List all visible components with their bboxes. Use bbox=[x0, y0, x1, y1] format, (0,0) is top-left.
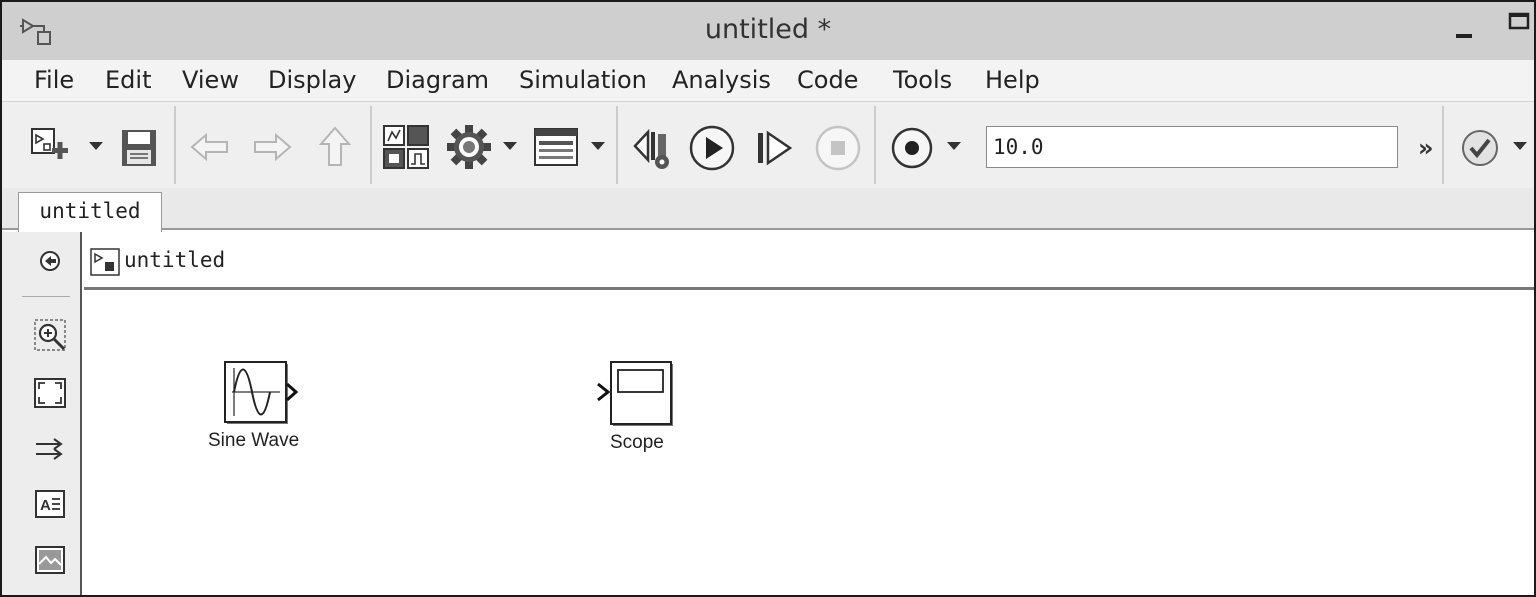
toolbar-separator bbox=[174, 106, 176, 184]
new-model-icon[interactable] bbox=[28, 126, 76, 168]
tab-untitled[interactable]: untitled bbox=[18, 192, 162, 232]
forward-icon[interactable] bbox=[252, 132, 292, 162]
model-explorer-dropdown-icon[interactable] bbox=[590, 140, 606, 152]
step-back-icon[interactable] bbox=[632, 126, 676, 170]
menu-simulation[interactable]: Simulation bbox=[519, 66, 647, 94]
zoom-icon[interactable] bbox=[33, 318, 69, 354]
toolbar-overflow-button[interactable]: » bbox=[1418, 134, 1434, 162]
signal-routing-icon[interactable] bbox=[34, 436, 66, 462]
toolbar-separator bbox=[874, 106, 876, 184]
model-config-dropdown-icon[interactable] bbox=[502, 140, 518, 152]
window-title: untitled * bbox=[704, 14, 832, 45]
block-label-scope: Scope bbox=[610, 432, 664, 453]
stop-icon[interactable] bbox=[814, 124, 862, 172]
image-icon[interactable] bbox=[35, 546, 65, 574]
menu-edit[interactable]: Edit bbox=[105, 66, 151, 94]
palette-separator bbox=[22, 296, 70, 297]
annotation-icon[interactable]: A bbox=[35, 490, 65, 518]
model-explorer-icon[interactable] bbox=[534, 128, 578, 166]
menu-view[interactable]: View bbox=[182, 66, 239, 94]
check-dropdown-icon[interactable] bbox=[1512, 140, 1528, 152]
menu-help[interactable]: Help bbox=[985, 66, 1040, 94]
back-icon[interactable] bbox=[190, 132, 230, 162]
menu-analysis[interactable]: Analysis bbox=[672, 66, 771, 94]
maximize-button[interactable] bbox=[1502, 10, 1534, 42]
model-icon[interactable] bbox=[90, 248, 120, 276]
block-label-sine-wave: Sine Wave bbox=[208, 430, 300, 451]
svg-text:A: A bbox=[40, 497, 51, 514]
menu-bar: File Edit View Display Diagram Simulatio… bbox=[2, 60, 1534, 102]
toolbar-separator bbox=[616, 106, 618, 184]
run-icon[interactable] bbox=[688, 124, 736, 172]
check-icon[interactable] bbox=[1460, 128, 1500, 168]
menu-tools[interactable]: Tools bbox=[893, 66, 952, 94]
minimize-button[interactable] bbox=[1450, 12, 1480, 48]
save-icon[interactable] bbox=[120, 128, 158, 168]
scope-block[interactable] bbox=[594, 358, 676, 428]
menu-diagram[interactable]: Diagram bbox=[386, 66, 489, 94]
tab-strip: untitled bbox=[2, 188, 1534, 232]
toolbar-separator bbox=[1442, 106, 1444, 184]
fit-to-view-icon[interactable] bbox=[34, 378, 66, 408]
sine-wave-block[interactable] bbox=[224, 360, 304, 426]
toolbar-separator bbox=[370, 106, 372, 184]
up-icon[interactable] bbox=[318, 126, 352, 168]
left-palette: A bbox=[2, 232, 82, 595]
toolbar: » bbox=[2, 102, 1534, 188]
record-icon[interactable] bbox=[890, 126, 934, 170]
explorer-bar: untitled bbox=[84, 232, 1534, 290]
menu-display[interactable]: Display bbox=[268, 66, 356, 94]
menu-code[interactable]: Code bbox=[797, 66, 858, 94]
model-canvas[interactable]: Sine Wave Scope bbox=[84, 292, 1534, 595]
record-dropdown-icon[interactable] bbox=[946, 140, 962, 152]
model-config-icon[interactable] bbox=[446, 124, 492, 170]
simulink-window: untitled * File Edit View Display Diagra… bbox=[0, 0, 1536, 597]
menu-file[interactable]: File bbox=[34, 66, 74, 94]
step-forward-icon[interactable] bbox=[754, 128, 794, 168]
stop-time-input[interactable] bbox=[986, 126, 1398, 168]
hide-browser-icon[interactable] bbox=[39, 250, 61, 272]
title-bar: untitled * bbox=[2, 2, 1534, 60]
library-browser-icon[interactable] bbox=[382, 124, 430, 170]
breadcrumb-model-name[interactable]: untitled bbox=[124, 248, 225, 272]
new-model-dropdown-icon[interactable] bbox=[88, 140, 104, 152]
